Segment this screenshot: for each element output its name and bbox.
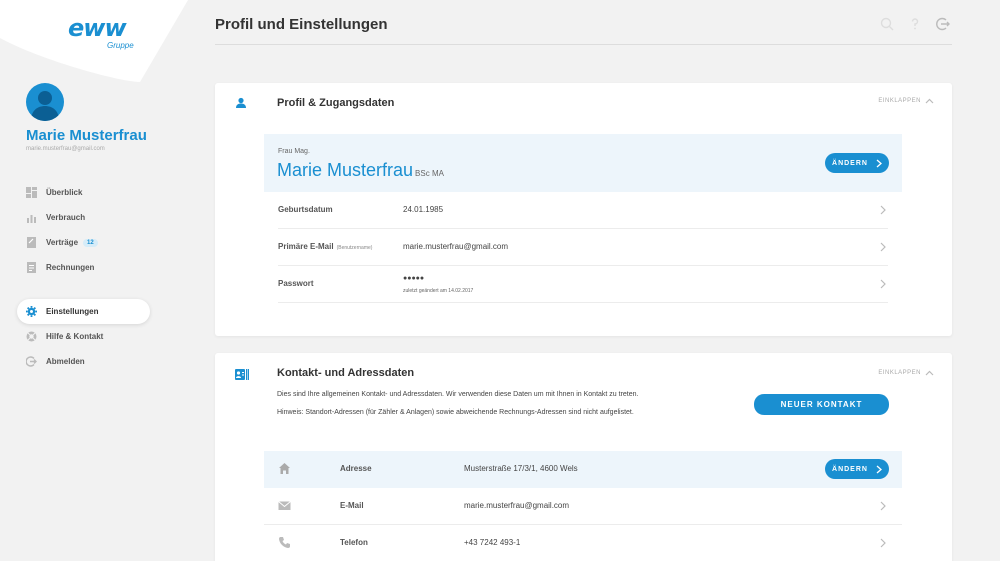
- home-icon: [279, 463, 290, 474]
- contact-row-address[interactable]: Adresse Musterstraße 17/3/1, 4600 Wels Ä…: [264, 451, 902, 488]
- logo-subtitle: Gruppe: [107, 41, 134, 50]
- nav-item-settings[interactable]: Einstellungen: [17, 299, 150, 324]
- contract-icon: [26, 237, 37, 248]
- user-email: marie.musterfrau@gmail.com: [26, 146, 105, 152]
- nav-item-label: Rechnungen: [46, 263, 95, 272]
- chevron-up-icon: [925, 98, 934, 104]
- row-value: 24.01.1985: [403, 205, 444, 214]
- contact-card: Kontakt- und Adressdaten EINKLAPPEN Dies…: [215, 353, 952, 561]
- nav-item-label: Hilfe & Kontakt: [46, 332, 104, 341]
- person-icon: [235, 96, 247, 114]
- chevron-right-icon[interactable]: [878, 279, 888, 289]
- chevron-right-icon[interactable]: [878, 501, 888, 511]
- invoice-icon: [26, 262, 37, 273]
- full-name-text: Marie Musterfrau: [277, 160, 414, 180]
- dashboard-icon: [26, 187, 37, 198]
- profile-row-birthdate[interactable]: Geburtsdatum 24.01.1985: [278, 192, 888, 229]
- nav-item-logout[interactable]: Abmelden: [17, 349, 150, 374]
- row-label: E-Mail: [340, 501, 364, 510]
- logout-icon: [26, 356, 37, 367]
- row-value: marie.musterfrau@gmail.com: [464, 501, 570, 510]
- row-value: +43 7242 493-1: [464, 538, 521, 547]
- help-icon: [26, 331, 37, 342]
- page-title: Profil und Einstellungen: [215, 16, 388, 33]
- header-actions: [880, 17, 950, 31]
- contracts-count-badge: 12: [83, 238, 98, 247]
- card-title: Profil & Zugangsdaten: [277, 97, 395, 109]
- search-icon[interactable]: [880, 17, 894, 31]
- chevron-right-icon[interactable]: [878, 242, 888, 252]
- salutation: Frau Mag.: [278, 148, 310, 155]
- nav-item-label: Verbrauch: [46, 213, 86, 222]
- nav-item-label: Verträge: [46, 238, 79, 247]
- change-name-button[interactable]: ÄNDERN: [825, 153, 889, 173]
- sidebar: eww Gruppe Marie Musterfrau marie.muster…: [0, 0, 190, 561]
- nav-item-overview[interactable]: Überblick: [17, 180, 150, 205]
- chevron-right-icon[interactable]: [878, 205, 888, 215]
- logo-area: eww Gruppe: [0, 0, 190, 82]
- nav-item-label: Einstellungen: [46, 307, 99, 316]
- collapse-toggle[interactable]: EINKLAPPEN: [878, 370, 934, 376]
- nav-item-consumption[interactable]: Verbrauch: [17, 205, 150, 230]
- user-name: Marie Musterfrau: [26, 127, 147, 144]
- nav-item-invoices[interactable]: Rechnungen: [17, 255, 150, 280]
- user-silhouette-icon: [31, 91, 59, 121]
- contact-row-phone[interactable]: Telefon +43 7242 493-1: [264, 525, 902, 561]
- contact-hint: Hinweis: Standort-Adressen (für Zähler &…: [277, 409, 634, 416]
- phone-icon: [279, 537, 290, 548]
- collapse-toggle[interactable]: EINKLAPPEN: [878, 98, 934, 104]
- password-last-changed: zuletzt geändert am 14.02.2017: [403, 288, 474, 294]
- chevron-right-icon: [876, 465, 882, 473]
- logout-icon[interactable]: [936, 17, 950, 31]
- change-address-button[interactable]: ÄNDERN: [825, 459, 889, 479]
- mail-icon: [278, 501, 291, 510]
- primary-nav: Überblick Verbrauch Verträge 12 Rechnung…: [17, 180, 150, 280]
- chevron-up-icon: [925, 370, 934, 376]
- avatar[interactable]: [26, 83, 64, 121]
- full-name: Marie Musterfrau BSc MA: [277, 160, 444, 181]
- button-label: NEUER KONTAKT: [780, 400, 863, 409]
- contact-row-email[interactable]: E-Mail marie.musterfrau@gmail.com: [264, 488, 902, 525]
- row-label: Passwort: [278, 279, 314, 288]
- secondary-nav: Einstellungen Hilfe & Kontakt Abmelden: [17, 299, 150, 374]
- nav-item-label: Überblick: [46, 188, 83, 197]
- contact-description: Dies sind Ihre allgemeinen Kontakt- und …: [277, 391, 639, 398]
- new-contact-button[interactable]: NEUER KONTAKT: [754, 394, 889, 415]
- profile-row-password[interactable]: Passwort ●●●●● zuletzt geändert am 14.02…: [278, 266, 888, 303]
- button-label: ÄNDERN: [832, 465, 868, 473]
- chart-icon: [26, 212, 37, 223]
- divider: [215, 44, 952, 45]
- collapse-label: EINKLAPPEN: [878, 98, 921, 104]
- row-hint: (Benutzername): [336, 245, 373, 251]
- profile-card: Profil & Zugangsdaten EINKLAPPEN Frau Ma…: [215, 83, 952, 336]
- button-label: ÄNDERN: [832, 159, 868, 167]
- profile-row-email[interactable]: Primäre E-Mail (Benutzername) marie.muste…: [278, 229, 888, 266]
- row-value: Musterstraße 17/3/1, 4600 Wels: [464, 464, 578, 473]
- contact-card-icon: [235, 367, 249, 385]
- help-question-icon[interactable]: [908, 17, 922, 31]
- nav-item-label: Abmelden: [46, 357, 85, 366]
- row-label: Primäre E-Mail (Benutzername): [278, 242, 373, 251]
- name-block: Frau Mag. Marie Musterfrau BSc MA ÄNDERN: [264, 134, 902, 192]
- row-label: Adresse: [340, 464, 372, 473]
- chevron-right-icon[interactable]: [878, 538, 888, 548]
- name-suffix: BSc MA: [415, 169, 444, 178]
- row-label: Telefon: [340, 538, 368, 547]
- chevron-right-icon: [876, 159, 882, 167]
- row-label: Geburtsdatum: [278, 205, 333, 214]
- logo[interactable]: eww: [68, 14, 127, 42]
- nav-item-help[interactable]: Hilfe & Kontakt: [17, 324, 150, 349]
- card-title: Kontakt- und Adressdaten: [277, 367, 415, 379]
- gear-icon: [26, 306, 37, 317]
- row-value: marie.musterfrau@gmail.com: [403, 242, 509, 251]
- nav-item-contracts[interactable]: Verträge 12: [17, 230, 150, 255]
- collapse-label: EINKLAPPEN: [878, 370, 921, 376]
- password-mask: ●●●●●: [403, 275, 425, 282]
